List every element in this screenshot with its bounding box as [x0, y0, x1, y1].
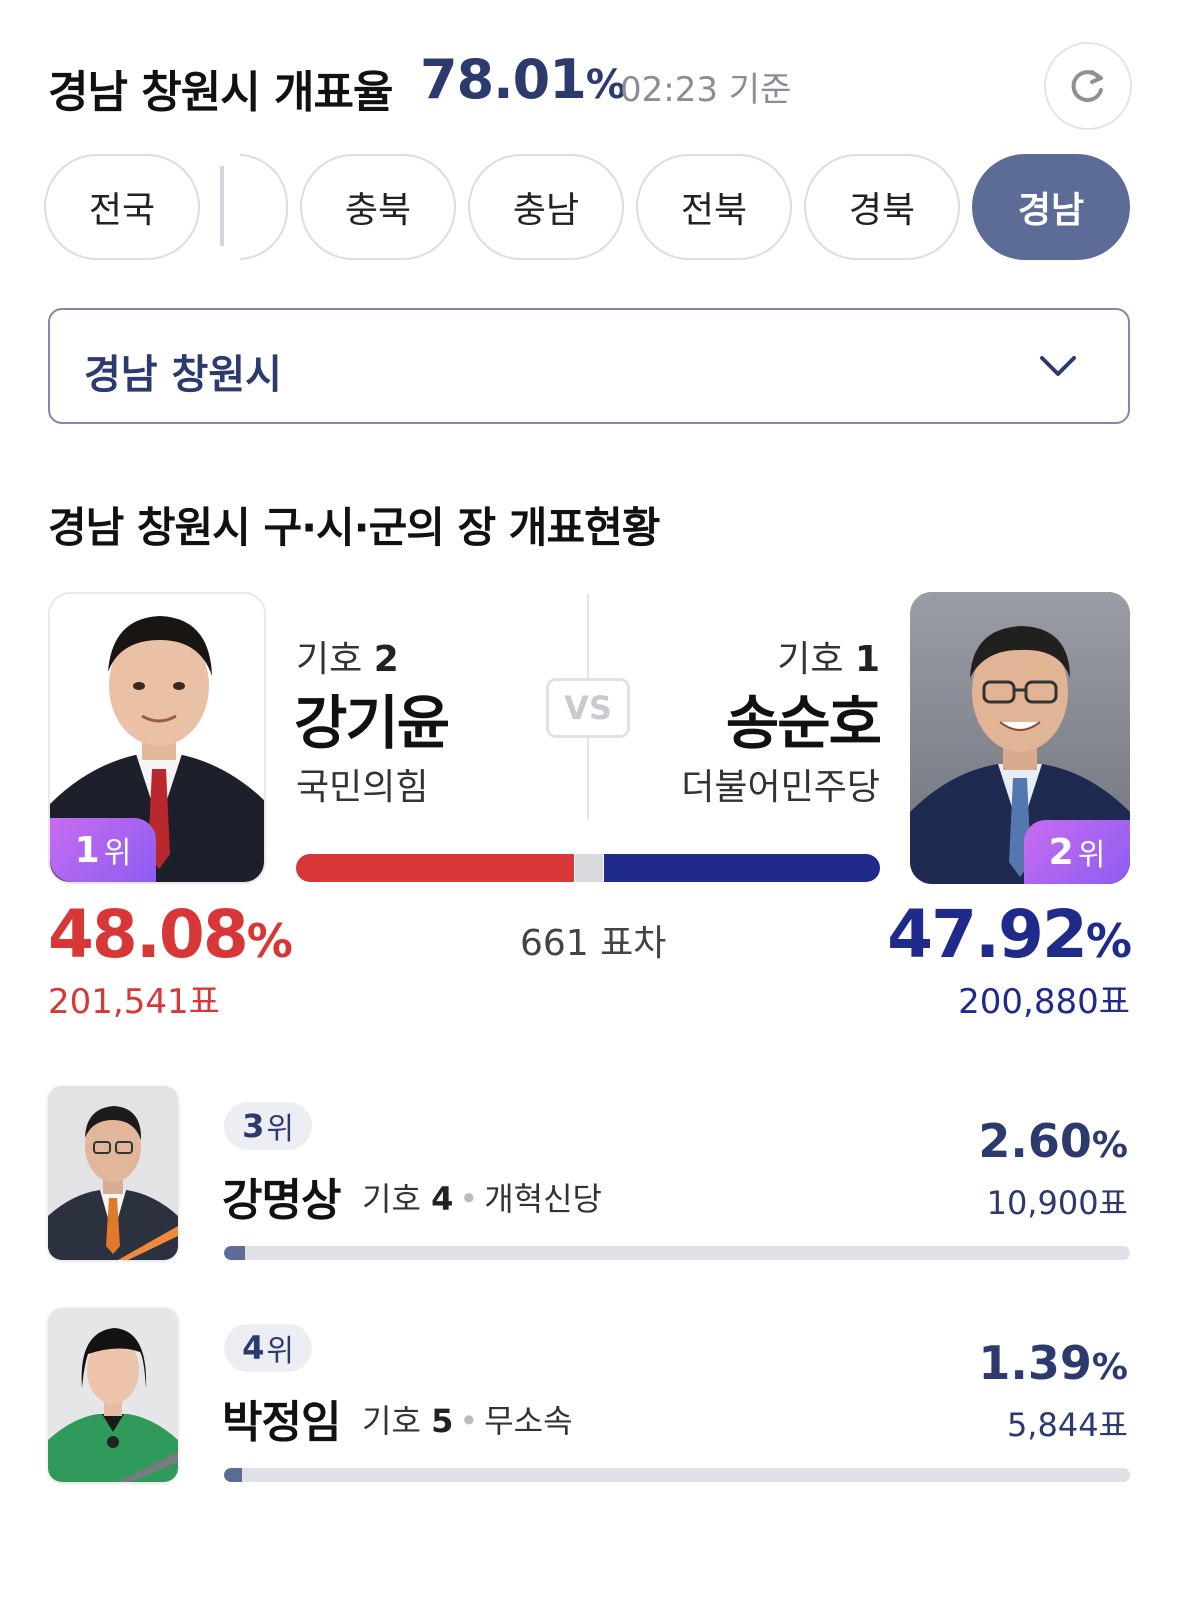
rank-number: 1: [74, 829, 100, 871]
vote-difference: 661 표차: [520, 923, 667, 964]
portrait-image: [48, 1086, 178, 1260]
portrait-image: [48, 1308, 178, 1482]
vote-count-first: 201,541표: [48, 982, 220, 1022]
number-value: 5: [431, 1402, 454, 1440]
chevron-down-icon: [1040, 356, 1076, 376]
refresh-icon: [1071, 70, 1103, 103]
candidate-party-first: 국민의힘: [296, 767, 429, 808]
rank-chip-third: 3위: [224, 1102, 312, 1150]
tab-jeonbuk[interactable]: 전북: [636, 154, 792, 260]
percent-value: 2.60: [978, 1114, 1092, 1168]
vote-share-fill: [224, 1246, 246, 1260]
vote-percent-third: 2.60%: [978, 1114, 1128, 1168]
number-value: 4: [431, 1180, 454, 1218]
candidate-photo-second: 2위: [910, 592, 1130, 884]
tab-chungnam[interactable]: 충남: [468, 154, 624, 260]
percent-value: 47.92: [887, 896, 1088, 973]
candidate-party-second: 더불어민주당: [681, 767, 880, 808]
number-label: 기호: [362, 1402, 421, 1440]
vote-count-third: 10,900표: [986, 1184, 1128, 1222]
number-label: 기호: [362, 1180, 421, 1218]
number-label: 기호: [296, 639, 363, 680]
tab-partial-hidden[interactable]: [240, 154, 288, 260]
candidate-photo-first: 1위: [48, 592, 266, 884]
percent-value: 1.39: [978, 1336, 1092, 1390]
vote-percent-second: 47.92%: [887, 896, 1132, 973]
number-value: 1: [854, 639, 880, 680]
region-tabs: 전국 충북 충남 전북 경북 경남: [44, 154, 1136, 262]
candidate-meta-fourth: 기호 5 • 무소속: [362, 1396, 573, 1442]
tab-nationwide[interactable]: 전국: [44, 154, 200, 260]
region-select[interactable]: 경남 창원시: [48, 308, 1130, 424]
vote-share-fill: [224, 1468, 243, 1482]
rank-number: 3: [242, 1107, 265, 1145]
percent-unit: %: [1091, 1347, 1128, 1388]
rank-badge-first: 1위: [50, 818, 156, 882]
vote-count-fourth: 5,844표: [1006, 1406, 1128, 1444]
rank-unit: 위: [1077, 838, 1106, 873]
separator-dot: •: [459, 1402, 479, 1440]
candidate-number-first: 기호 2: [296, 630, 399, 682]
candidate-name-fourth: 박정임: [222, 1397, 341, 1448]
percent-unit: %: [246, 914, 293, 968]
percent-unit: %: [1085, 914, 1132, 968]
vote-count-second: 200,880표: [958, 982, 1130, 1022]
rank-chip-fourth: 4위: [224, 1324, 312, 1372]
vote-percent-fourth: 1.39%: [978, 1336, 1128, 1390]
count-rate: 78.01%: [420, 48, 626, 111]
percent-value: 48.08: [48, 896, 249, 973]
rank-unit: 위: [266, 1112, 294, 1147]
candidate-photo-fourth: [48, 1308, 178, 1482]
rank-number: 4: [242, 1329, 265, 1367]
tab-gyeongbuk[interactable]: 경북: [804, 154, 960, 260]
percent-unit: %: [1091, 1125, 1128, 1166]
refresh-button[interactable]: [1044, 42, 1132, 130]
region-select-value: 경남 창원시: [84, 352, 282, 398]
vote-bar-gap: [575, 854, 603, 882]
number-label: 기호: [777, 639, 844, 680]
header: 경남 창원시 개표율 78.01% 02:23 기준: [48, 40, 1136, 130]
page-title: 경남 창원시 개표율: [48, 67, 393, 118]
candidate-photo-third: [48, 1086, 178, 1260]
candidate-party-fourth: 무소속: [484, 1402, 573, 1440]
tab-divider: [220, 166, 224, 246]
rank-number: 2: [1048, 831, 1074, 873]
vote-bar-second: [604, 854, 880, 882]
vs-badge: VS: [546, 678, 630, 738]
update-time: 02:23 기준: [620, 70, 792, 110]
rank-unit: 위: [103, 836, 132, 871]
tab-chungbuk[interactable]: 충북: [300, 154, 456, 260]
rank-badge-second: 2위: [1024, 820, 1130, 884]
vote-share-bar-fourth: [224, 1468, 1130, 1482]
candidate-party-third: 개혁신당: [484, 1180, 602, 1218]
separator-dot: •: [459, 1180, 479, 1218]
rank-unit: 위: [266, 1334, 294, 1369]
number-value: 2: [373, 639, 399, 680]
candidate-name-first: 강기윤: [294, 689, 450, 757]
candidate-name-second: 송순호: [725, 689, 882, 757]
candidate-number-second: 기호 1: [777, 630, 880, 682]
vote-share-bar-third: [224, 1246, 1130, 1260]
vote-percent-first: 48.08%: [48, 896, 293, 973]
section-title: 경남 창원시 구·시·군의 장 개표현황: [48, 503, 660, 552]
tab-gyeongnam[interactable]: 경남: [972, 154, 1130, 260]
candidate-name-third: 강명상: [222, 1175, 341, 1226]
candidate-meta-third: 기호 4 • 개혁신당: [362, 1174, 602, 1220]
vote-bar-first: [296, 854, 574, 882]
count-rate-value: 78.01: [420, 48, 587, 111]
